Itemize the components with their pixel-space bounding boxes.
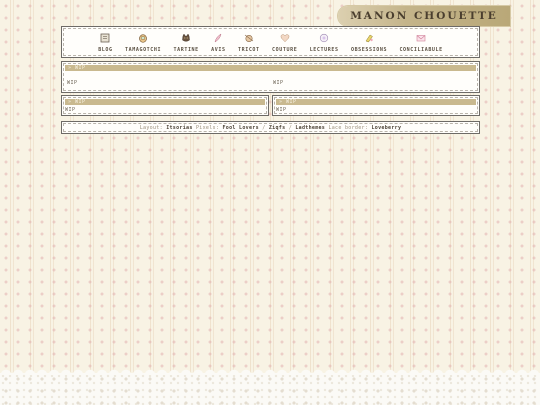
main-panel-header: » WIP — [65, 65, 476, 71]
left-panel: » WIP WIP — [61, 95, 269, 116]
nav-label: TARTINE — [173, 47, 199, 53]
nav-item-avis[interactable]: AVIS — [211, 33, 225, 57]
nav-item-tamagotchi[interactable]: TAMAGOTCHI — [125, 33, 161, 57]
notebook-icon — [101, 33, 110, 43]
site-title[interactable]: MANON CHOUETTE — [350, 10, 498, 22]
nav-label: LECTURES — [309, 47, 339, 53]
left-panel-text: WIP — [65, 107, 76, 113]
knitting-icon — [244, 34, 253, 43]
lace-author-link[interactable]: Loveberry — [371, 125, 401, 131]
nav-item-obsessions[interactable]: OBSESSIONS — [351, 33, 387, 57]
heart-icon — [280, 34, 289, 43]
nav-label: TRICOT — [237, 47, 260, 53]
lace-label: Lace border: — [328, 124, 369, 131]
nav-label: COUTURE — [272, 47, 298, 53]
nav-label: AVIS — [211, 47, 226, 53]
nav-item-couture[interactable]: COUTURE — [272, 33, 297, 57]
right-panel-text: WIP — [276, 107, 287, 113]
site-title-banner[interactable]: MANON CHOUETTE — [338, 6, 510, 26]
nav-label: CONCILIABULE — [399, 47, 443, 53]
right-panel-header: » WIP — [276, 99, 476, 105]
navigation-bar: BLOG TAMAGOTCHI TARTINE AVIS TRICOT COUT… — [61, 26, 480, 58]
right-panel: » WIP WIP — [272, 95, 480, 116]
nav-label: BLOG — [98, 47, 113, 53]
nav-item-blog[interactable]: BLOG — [98, 33, 112, 57]
main-panel-right-text: WIP — [273, 80, 284, 86]
book-icon — [320, 33, 329, 43]
right-panel-header-text: WIP — [286, 99, 297, 105]
nav-item-tricot[interactable]: TRICOT — [238, 33, 260, 57]
layout-label: Layout: — [139, 124, 163, 131]
main-panel-header-text: WIP — [75, 65, 86, 71]
header-arrow: » — [279, 99, 287, 105]
nav-item-tartine[interactable]: TARTINE — [174, 33, 199, 57]
left-panel-header: » WIP — [65, 99, 265, 105]
nav-item-lectures[interactable]: LECTURES — [310, 33, 339, 57]
lace-border — [0, 367, 540, 405]
nav-label: TAMAGOTCHI — [125, 47, 162, 53]
pixels-author-link-2[interactable]: Ziqfs — [269, 125, 286, 131]
main-panel-left-text: WIP — [67, 80, 78, 86]
header-arrow: » — [68, 65, 76, 71]
left-panel-header-text: WIP — [75, 99, 86, 105]
separator: / — [262, 124, 266, 131]
header-arrow: » — [68, 99, 76, 105]
pixels-author-link-1[interactable]: Fool Lovers — [222, 125, 258, 131]
nav-label: OBSESSIONS — [350, 47, 388, 53]
cat-icon — [182, 33, 190, 42]
sparkle-icon — [365, 34, 373, 43]
quill-icon — [215, 33, 222, 43]
separator: / — [288, 124, 293, 131]
credits-footer: Layout: Itsorias Pixels: Fool Lovers / Z… — [61, 121, 480, 134]
envelope-icon — [416, 35, 426, 42]
pixels-author-link-3[interactable]: Ladthemes — [295, 125, 325, 131]
main-panel: » WIP WIP WIP — [61, 61, 480, 93]
layout-author-link[interactable]: Itsorias — [166, 125, 192, 131]
tamagotchi-icon — [139, 34, 147, 43]
nav-item-conciliabule[interactable]: CONCILIABULE — [399, 33, 442, 57]
pixels-label: Pixels: — [195, 124, 220, 131]
